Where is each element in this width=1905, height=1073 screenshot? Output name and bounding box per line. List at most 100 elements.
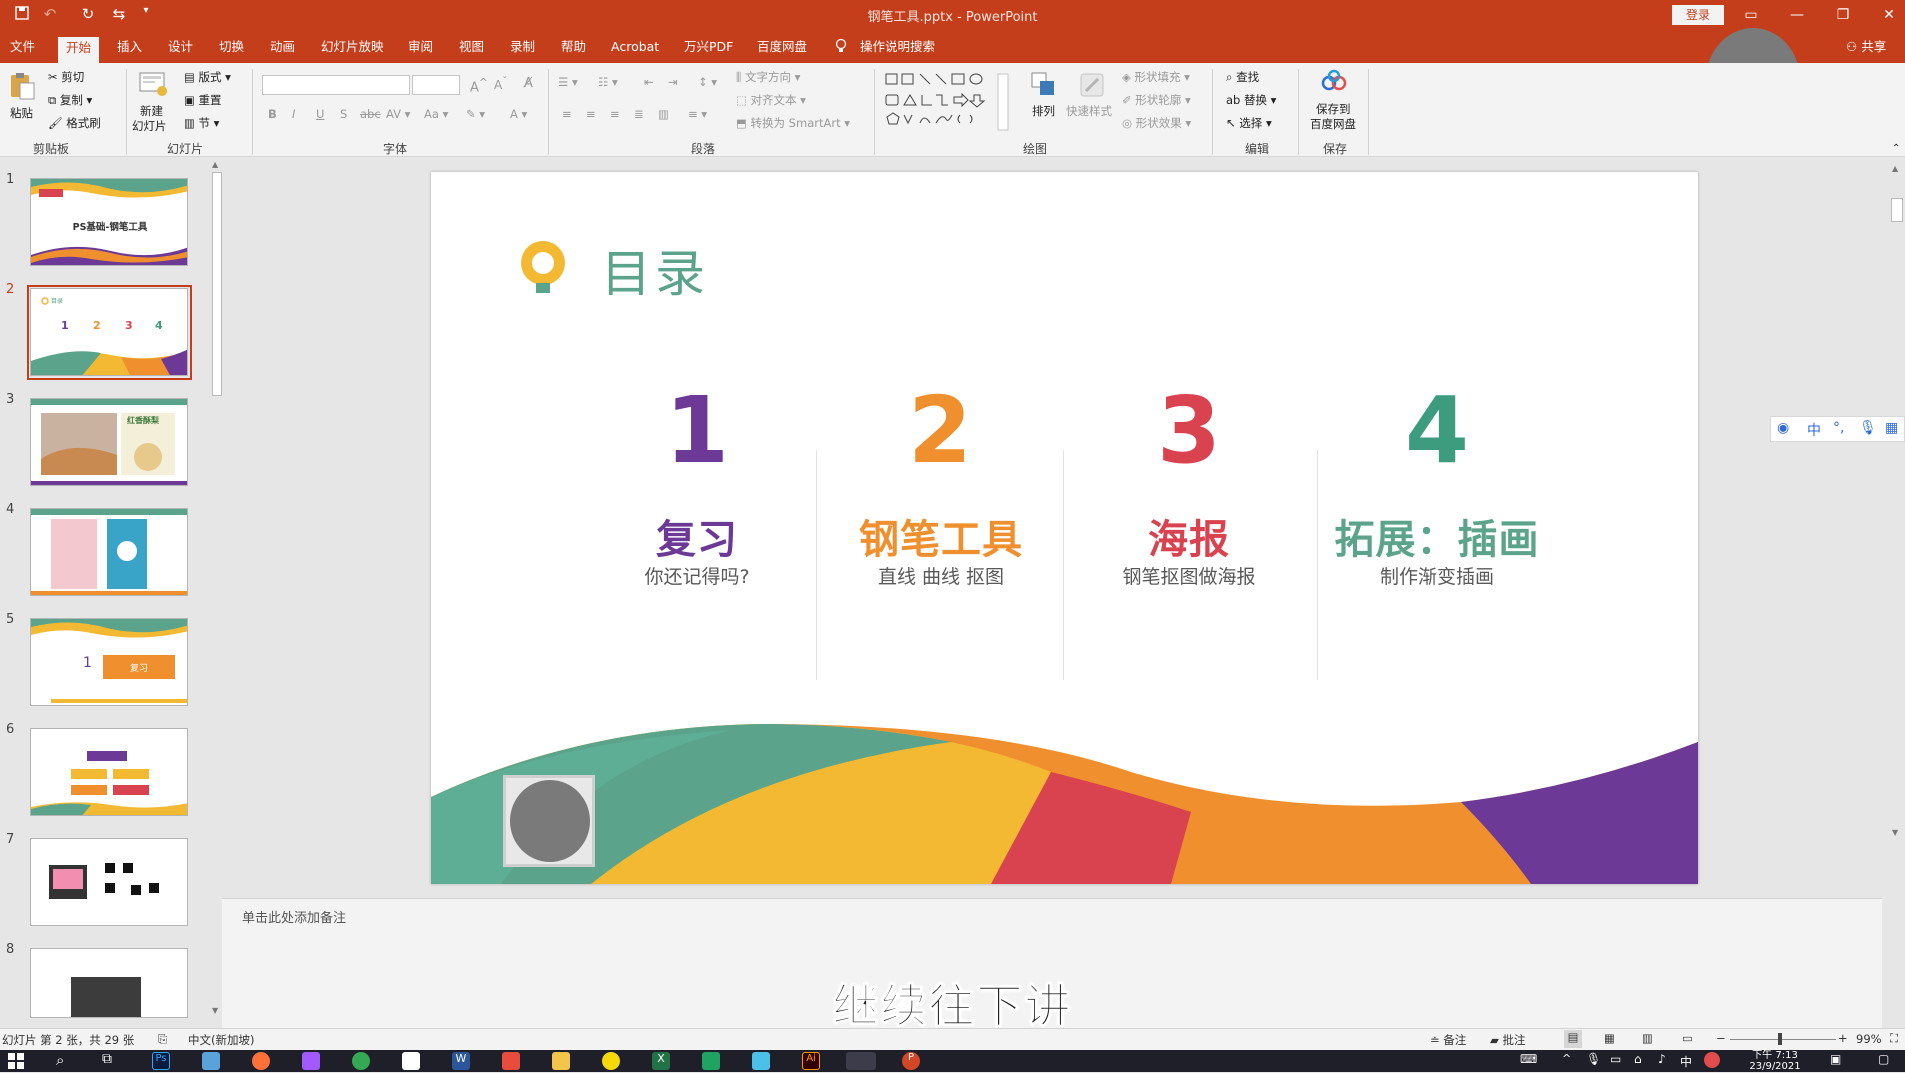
login-button[interactable]: 登录: [1672, 5, 1724, 25]
align-left-icon[interactable]: ≡: [562, 107, 572, 121]
battery-icon[interactable]: ▭: [1610, 1052, 1621, 1066]
arrange-icon[interactable]: [1030, 71, 1058, 99]
app-icon[interactable]: [752, 1052, 770, 1070]
font-family-select[interactable]: [262, 75, 410, 95]
volume-icon[interactable]: ♪: [1658, 1052, 1666, 1066]
search-icon[interactable]: ⌕: [56, 1051, 64, 1069]
zoom-out-icon[interactable]: −: [1716, 1031, 1726, 1045]
thumbnail-slide-4[interactable]: [30, 508, 188, 596]
shadow-icon[interactable]: S: [340, 107, 347, 121]
font-color-icon[interactable]: A ▾: [510, 107, 527, 121]
highlight-icon[interactable]: ✎ ▾: [466, 107, 485, 121]
file-explorer-icon[interactable]: [552, 1052, 570, 1070]
ime-mode-zh[interactable]: 中: [1807, 420, 1821, 440]
reset-button[interactable]: ▣ 重置: [184, 92, 222, 108]
decrease-font-icon[interactable]: Aˇ: [494, 76, 507, 92]
canvas-scroll-down-icon[interactable]: ▼: [1892, 828, 1898, 837]
tab-slideshow[interactable]: 幻灯片放映: [321, 38, 384, 63]
increase-font-icon[interactable]: A^: [470, 76, 488, 95]
tab-record[interactable]: 录制: [510, 38, 535, 63]
clear-format-icon[interactable]: A̸: [524, 76, 533, 91]
columns-icon[interactable]: ▥: [658, 107, 669, 121]
thumbnail-slide-5[interactable]: 1 复习: [30, 618, 188, 706]
paste-icon[interactable]: [8, 71, 36, 101]
microphone-icon[interactable]: 🎙: [1859, 420, 1877, 436]
action-center-icon[interactable]: ▢: [1878, 1052, 1889, 1066]
comments-toggle[interactable]: ▰ 批注: [1490, 1032, 1526, 1048]
reading-view-icon[interactable]: ▥: [1642, 1031, 1653, 1045]
tab-acrobat[interactable]: Acrobat: [611, 38, 659, 63]
spellcheck-icon[interactable]: ⎘: [158, 1032, 167, 1047]
new-slide-icon[interactable]: [138, 71, 168, 97]
ime-indicator[interactable]: 中: [1680, 1053, 1692, 1070]
save-to-label-2[interactable]: 百度网盘: [1310, 116, 1356, 132]
app-icon[interactable]: [202, 1052, 220, 1070]
keyboard-icon[interactable]: ⌨: [1520, 1052, 1537, 1066]
thumbnail-slide-1[interactable]: PS基础-钢笔工具: [30, 178, 188, 266]
italic-icon[interactable]: I: [292, 107, 295, 121]
shape-effects-button[interactable]: ◎ 形状效果 ▾: [1122, 115, 1191, 131]
notification-badge-icon[interactable]: ▣: [1830, 1052, 1841, 1066]
underline-icon[interactable]: U: [316, 107, 324, 121]
microphone-tray-icon[interactable]: 🎙: [1586, 1052, 1601, 1066]
fit-to-window-icon[interactable]: ⛶: [1890, 1031, 1898, 1046]
slideshow-icon[interactable]: ▭: [1682, 1031, 1693, 1045]
clock[interactable]: 下午 7:13 23/9/2021: [1740, 1050, 1810, 1072]
copy-button[interactable]: ⧉ 复制 ▾: [48, 92, 92, 108]
char-spacing-icon[interactable]: AV ▾: [386, 107, 410, 121]
collapse-ribbon-icon[interactable]: ⌃: [1892, 143, 1900, 154]
tab-wondershare-pdf[interactable]: 万兴PDF: [684, 38, 733, 63]
scroll-up-icon[interactable]: ▲: [212, 160, 218, 169]
canvas-scroll-up-icon[interactable]: ▲: [1892, 164, 1898, 173]
increase-indent-icon[interactable]: ⇥: [668, 75, 678, 89]
network-icon[interactable]: ⌂: [1634, 1052, 1642, 1066]
baidu-cloud-icon[interactable]: [1320, 69, 1348, 95]
task-view-icon[interactable]: ⧉: [102, 1051, 112, 1067]
share-button[interactable]: ⚇ 共享: [1846, 38, 1886, 63]
font-size-select[interactable]: [412, 75, 460, 95]
tab-help[interactable]: 帮助: [561, 38, 586, 63]
photoshop-icon[interactable]: Ps: [152, 1052, 170, 1070]
zoom-slider-handle[interactable]: [1778, 1033, 1782, 1045]
justify-icon[interactable]: ≣: [634, 107, 644, 121]
ribbon-display-icon[interactable]: ▭: [1736, 4, 1766, 26]
figma-icon[interactable]: [302, 1052, 320, 1070]
normal-view-icon[interactable]: ▤: [1564, 1030, 1582, 1048]
tab-design[interactable]: 设计: [168, 38, 193, 63]
thumb-scrollbar-thumb[interactable]: [212, 172, 222, 396]
language-indicator[interactable]: 中文(新加坡): [188, 1032, 254, 1048]
windows-start-icon[interactable]: [8, 1053, 24, 1069]
arrange-button[interactable]: 排列: [1032, 103, 1055, 119]
find-button[interactable]: ⌕ 查找: [1226, 69, 1259, 85]
bold-icon[interactable]: B: [268, 107, 277, 121]
thumbnail-slide-7[interactable]: [30, 838, 188, 926]
align-right-icon[interactable]: ≡: [610, 107, 620, 121]
save-to-label-1[interactable]: 保存到: [1316, 101, 1351, 117]
notes-placeholder[interactable]: 单击此处添加备注: [242, 907, 346, 926]
powerpoint-icon[interactable]: P: [902, 1052, 920, 1070]
firefox-icon[interactable]: [252, 1052, 270, 1070]
zoom-in-icon[interactable]: +: [1838, 1031, 1848, 1045]
format-painter-button[interactable]: 🖌 格式刷: [48, 115, 101, 131]
excel-icon[interactable]: X: [652, 1052, 670, 1070]
line-spacing-icon[interactable]: ↕ ▾: [698, 75, 717, 89]
zoom-level[interactable]: 99%: [1856, 1032, 1882, 1046]
shape-outline-button[interactable]: ✐ 形状轮廓 ▾: [1122, 92, 1191, 108]
tab-insert[interactable]: 插入: [117, 38, 142, 63]
tray-expand-icon[interactable]: ^: [1562, 1052, 1571, 1065]
canvas-scrollbar-thumb[interactable]: [1891, 198, 1903, 222]
cut-button[interactable]: ✂ 剪切: [48, 69, 84, 85]
zoom-slider[interactable]: [1730, 1039, 1836, 1040]
tell-me-search[interactable]: 操作说明搜索: [860, 38, 935, 63]
align-text-button[interactable]: ⬚ 对齐文本 ▾: [736, 92, 806, 108]
quick-styles-button[interactable]: 快速样式: [1066, 103, 1112, 119]
thumbnail-slide-2[interactable]: 目录 1 2 3 4: [30, 288, 188, 376]
active-app-icon[interactable]: [846, 1052, 876, 1070]
canvas-scrollbar[interactable]: ▲ ▼: [1890, 158, 1905, 898]
thumbnail-slide-3[interactable]: 红香酥梨: [30, 398, 188, 486]
illustrator-icon[interactable]: Ai: [802, 1052, 820, 1070]
numbering-icon[interactable]: ☷ ▾: [598, 75, 618, 89]
bullets-icon[interactable]: ☰ ▾: [558, 75, 578, 89]
strikethrough-icon[interactable]: abc: [360, 107, 381, 121]
close-icon[interactable]: ✕: [1874, 4, 1904, 26]
